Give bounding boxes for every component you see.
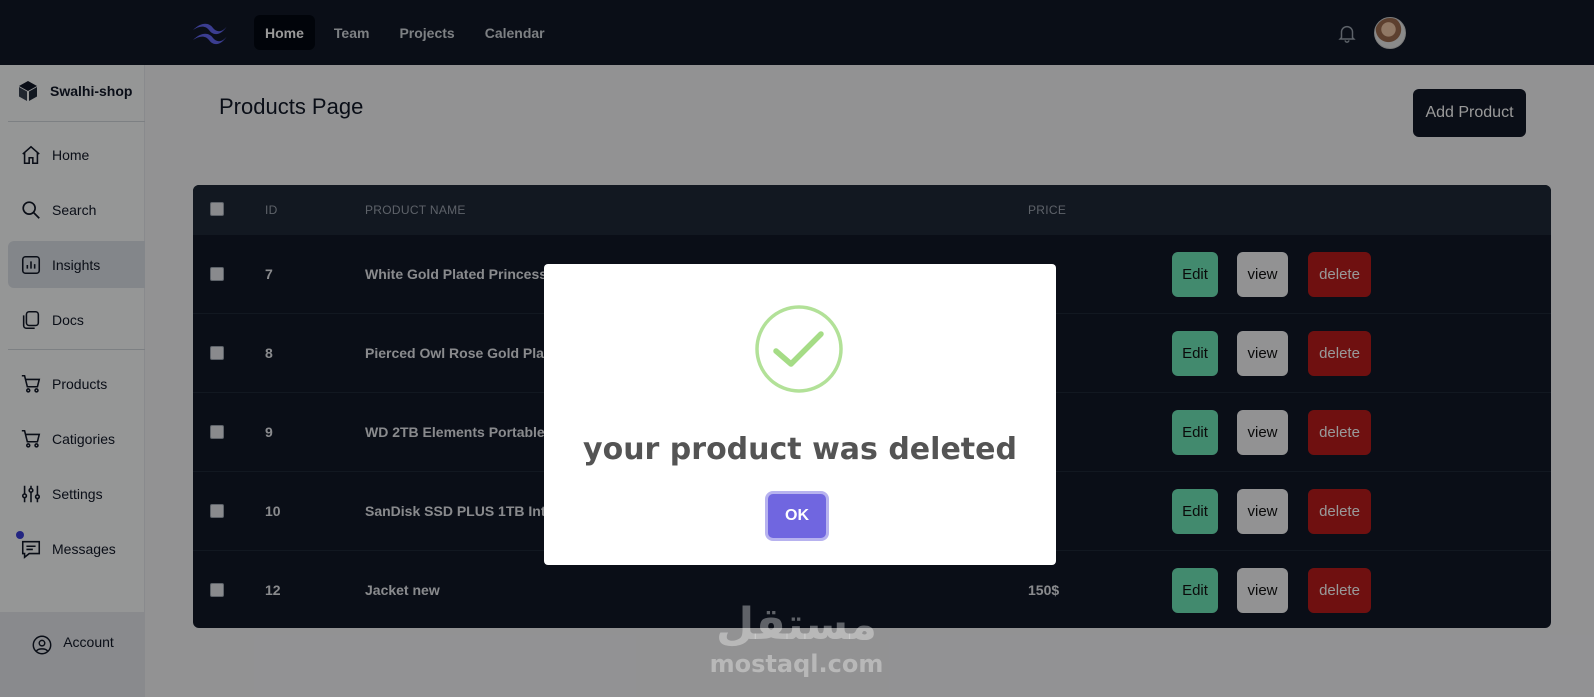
ok-button[interactable]: OK (768, 494, 826, 538)
watermark-arabic: مستقل (716, 599, 877, 650)
dialog-title: your product was deleted (583, 432, 1017, 467)
watermark-latin: mostaql.com (709, 650, 884, 678)
watermark: مستقل mostaql.com (704, 599, 889, 679)
success-dialog: your product was deleted OK (544, 264, 1056, 565)
success-check-icon (755, 305, 843, 393)
